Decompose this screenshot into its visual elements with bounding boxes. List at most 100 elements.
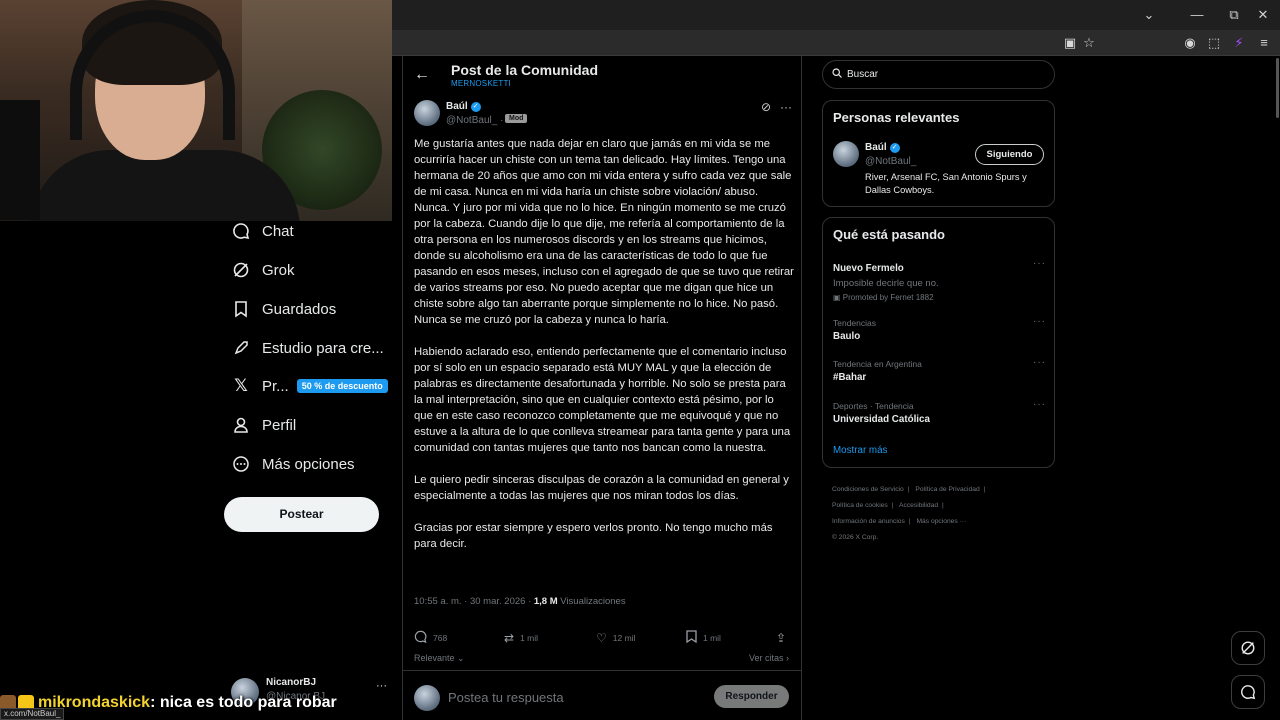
avatar[interactable] (833, 141, 859, 167)
author-avatar[interactable] (414, 100, 440, 126)
heart-icon: ♡ (596, 631, 607, 645)
more-icon[interactable]: ··· (376, 680, 387, 692)
tab-list-icon[interactable]: ⌄ (1140, 6, 1158, 24)
restore-icon[interactable]: ⧉ (1225, 6, 1243, 24)
extension-1-icon[interactable]: ◉ (1181, 34, 1199, 52)
nav-more-options[interactable]: Más opciones (231, 451, 355, 477)
more-icon[interactable]: ··· (1033, 316, 1046, 327)
repost-count: 1 mil (520, 633, 539, 643)
reply-icon (414, 630, 427, 646)
panel-title: Qué está pasando (833, 227, 945, 242)
person-name-row[interactable]: Baúl ✓ (865, 142, 900, 153)
post-paragraph: Le quiero pedir sinceras disculpas de co… (414, 474, 789, 502)
nav-label: Más opciones (262, 455, 355, 473)
post-actions: 768 ⇄ 1 mil ♡ 12 mil 1 mil ⇪ (414, 630, 794, 646)
post-timestamp[interactable]: 10:55 a. m. · 30 mar. 2026 · (414, 596, 531, 607)
more-icon[interactable]: ··· (780, 100, 792, 114)
relevant-people-panel: Personas relevantes Baúl ✓ @NotBaul_ Sig… (822, 100, 1055, 207)
footer-link[interactable]: Política de cookies (832, 502, 888, 509)
reply-action[interactable]: 768 (414, 630, 504, 646)
back-arrow-icon[interactable]: ← (414, 66, 430, 84)
grok-button[interactable] (1231, 631, 1265, 665)
extensions-icon[interactable]: ⬚ (1205, 34, 1223, 52)
repost-action[interactable]: ⇄ 1 mil (504, 630, 596, 646)
page-title: Post de la Comunidad (451, 62, 599, 78)
post-body: Me gustaría antes que nada dejar en clar… (414, 136, 794, 568)
footer-link[interactable]: Más opciones ··· (916, 518, 966, 525)
nav-creator-studio[interactable]: Estudio para cre... (231, 335, 384, 361)
trends-panel: Qué está pasando Nuevo Fermelo Imposible… (822, 217, 1055, 468)
post-button[interactable]: Postear (224, 497, 379, 532)
page-scrollbar[interactable] (1276, 58, 1279, 118)
footer-link[interactable]: Política de Privacidad (915, 486, 979, 493)
view-quotes-link[interactable]: Ver citas › (749, 653, 789, 663)
footer-link[interactable]: Condiciones de Servicio (832, 486, 904, 493)
browser-toolbar (392, 30, 1280, 56)
handle-separator: · (500, 115, 504, 126)
promoted-icon: ▣ (833, 293, 841, 302)
trend-category: Tendencias (833, 318, 877, 328)
person-bio: River, Arsenal FC, San Antonio Spurs y D… (865, 172, 1027, 195)
trend-item[interactable]: Tendencias Baulo ··· (833, 316, 1046, 342)
more-options-icon (231, 454, 251, 474)
menu-icon[interactable]: ≡ (1255, 34, 1273, 52)
chevron-right-icon: › (786, 653, 789, 663)
nav-chat[interactable]: Chat (231, 218, 294, 244)
search-input[interactable]: Buscar (822, 60, 1055, 89)
trend-title: Nuevo Fermelo (833, 263, 904, 274)
search-value: Buscar (847, 69, 879, 80)
more-icon[interactable]: ··· (1033, 399, 1046, 410)
footer-link[interactable]: Accesibilidad (899, 502, 938, 509)
star-icon[interactable]: ☆ (1080, 34, 1098, 52)
account-name: NicanorBJ (266, 677, 317, 688)
promoted-text: Promoted by Fernet 1882 (842, 293, 934, 302)
show-more-link[interactable]: Mostrar más (833, 445, 887, 456)
like-action[interactable]: ♡ 12 mil (596, 630, 686, 646)
close-icon[interactable]: ✕ (1254, 6, 1272, 24)
minimize-icon[interactable]: — (1188, 6, 1206, 24)
author-name-row[interactable]: Baúl ✓ (446, 101, 481, 112)
extension-2-icon[interactable]: ⚡ (1230, 34, 1248, 52)
panel-title: Personas relevantes (833, 110, 960, 125)
install-icon[interactable]: ▣ (1061, 34, 1079, 52)
nav-bookmarks[interactable]: Guardados (231, 296, 336, 322)
quotes-label: Ver citas (748, 653, 784, 663)
messages-button[interactable] (1231, 675, 1265, 709)
post-paragraph: Me gustaría antes que nada dejar en clar… (414, 138, 794, 326)
more-icon[interactable]: ··· (1033, 357, 1046, 368)
trend-item[interactable]: Deportes · Tendencia Universidad Católic… (833, 399, 1046, 425)
verified-icon: ✓ (470, 101, 481, 112)
trend-subtitle: Imposible decirle que no. (833, 278, 939, 289)
nav-profile[interactable]: Perfil (231, 412, 296, 438)
following-button[interactable]: Siguiendo (975, 144, 1044, 165)
trend-title: Baulo (833, 331, 861, 342)
nav-grok[interactable]: Grok (231, 257, 295, 283)
trend-title: Universidad Católica (833, 414, 930, 425)
nav-label: Pr... (262, 377, 289, 395)
status-bar-url: x.com/NotBaul_ (0, 708, 65, 720)
copyright: © 2026 X Corp. (832, 534, 879, 541)
nav-label: Chat (262, 222, 294, 240)
footer-separator: | (908, 518, 911, 525)
trend-item[interactable]: Tendencia en Argentina #Bahar ··· (833, 357, 1046, 383)
search-icon (832, 68, 842, 81)
trend-item[interactable]: Nuevo Fermelo Imposible decirle que no. … (833, 258, 1046, 302)
chat-message: : nica es todo para robar (150, 694, 337, 711)
views-label: Visualizaciones (560, 596, 626, 607)
nav-premium[interactable]: 𝕏 Pr... 50 % de descuento (231, 373, 388, 399)
share-icon: ⇪ (776, 631, 787, 645)
reply-button[interactable]: Responder (714, 685, 789, 708)
footer-link[interactable]: Información de anuncios (832, 518, 905, 525)
post-meta: 10:55 a. m. · 30 mar. 2026 · 1,8 M Visua… (414, 596, 626, 607)
browser-titlebar: ⌄ — ⧉ ✕ (392, 0, 1280, 30)
more-icon[interactable]: ··· (1033, 258, 1046, 269)
avatar (414, 685, 440, 711)
footer-separator: | (907, 486, 910, 493)
share-action[interactable]: ⇪ (776, 630, 786, 646)
grok-analyze-icon[interactable]: ⊘ (761, 100, 771, 114)
bookmark-action[interactable]: 1 mil (686, 630, 776, 646)
community-name[interactable]: MERNOSKETTI (451, 79, 511, 88)
reply-sort-dropdown[interactable]: Relevante ⌄ (414, 653, 465, 664)
bookmark-count: 1 mil (703, 633, 721, 643)
reply-input[interactable]: Postea tu respuesta (448, 690, 564, 705)
